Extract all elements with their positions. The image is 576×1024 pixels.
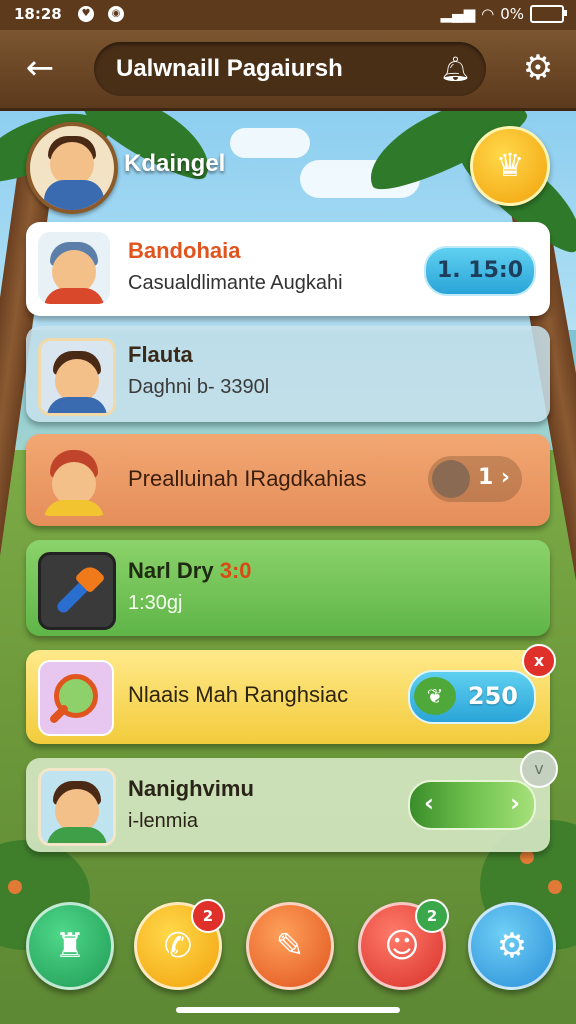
notification-badge: 2	[415, 899, 449, 933]
cloud	[230, 128, 310, 158]
toggle-label: 1 ›	[477, 465, 510, 490]
phone-icon[interactable]: ✆ 2	[134, 899, 225, 990]
avatar-shirt	[44, 180, 104, 210]
card-title: Flauta	[128, 342, 193, 367]
battery-percent: 0%	[500, 5, 524, 23]
card-subtitle: Casualdlimante Augkahi	[128, 272, 343, 294]
wifi-icon: ◠	[481, 5, 495, 23]
status-time: 18:28	[14, 5, 62, 23]
check-badge-icon[interactable]: v	[520, 750, 558, 788]
page-title: Ualwnaill Pagaiursh	[116, 55, 343, 82]
top-bar: ← Ualwnaill Pagaiursh 🔔︎ ⚙	[0, 30, 576, 111]
signal-icon: ▂▄▆	[440, 5, 476, 23]
flower	[548, 880, 562, 894]
title-pill: Ualwnaill Pagaiursh 🔔︎	[94, 42, 486, 96]
list-item[interactable]: Nanighvimu i-lenmia ‹ › v	[26, 750, 558, 852]
list-item[interactable]: Bandohaia Casualdlimante Augkahi 1. 15:0	[26, 222, 550, 316]
card-title-accent: 3:0	[219, 558, 252, 583]
chef-hat-icon[interactable]: ♜	[26, 902, 114, 990]
avatar-shirt	[44, 288, 104, 304]
list-item[interactable]: Flauta Daghni b- 3390l	[26, 326, 550, 422]
card-title: Prealluinah IRagdkahias	[128, 466, 367, 491]
bottom-dock: ♜ ✆ 2 ✎ ☺ 2 ⚙	[0, 898, 576, 998]
settings-gear-icon[interactable]: ⚙	[468, 902, 556, 990]
chevron-right-icon[interactable]: ›	[510, 789, 520, 817]
crown-icon[interactable]: ♛	[470, 126, 550, 206]
leaf-icon: ❦	[414, 677, 456, 715]
feather-icon[interactable]: ✎	[246, 902, 334, 990]
battery-icon	[530, 5, 567, 23]
status-bar: 18:28 ♥ ◉ ▂▄▆ ◠ 0%	[0, 0, 576, 30]
close-badge-icon[interactable]: x	[522, 644, 556, 678]
arrow-toggle[interactable]: ‹ ›	[408, 780, 536, 830]
card-subtitle: i-lenmia	[128, 810, 199, 832]
magnifier-icon	[38, 660, 114, 736]
value-pill-button[interactable]: 1. 15:0	[424, 246, 536, 296]
card-subtitle: Daghni b- 3390l	[128, 376, 270, 398]
card-avatar	[38, 444, 110, 516]
card-avatar	[38, 768, 116, 846]
back-arrow-icon[interactable]: ←	[18, 46, 62, 90]
card-subtitle: 1:30gj	[128, 592, 183, 614]
card-avatar	[38, 232, 110, 304]
list-item[interactable]: Narl Dry 3:0 1:30gj	[26, 540, 550, 636]
card-title-text: Narl Dry	[128, 558, 214, 583]
toggle-switch[interactable]: 1 ›	[428, 456, 522, 502]
card-avatar	[38, 338, 116, 416]
avatar[interactable]	[26, 122, 118, 214]
status-right: ▂▄▆ ◠ 0%	[440, 5, 567, 23]
card-title: Nlaais Mah Ranghsiac	[128, 682, 349, 707]
flower	[8, 880, 22, 894]
notification-badge: 2	[191, 899, 225, 933]
flower	[520, 850, 534, 864]
chevron-left-icon[interactable]: ‹	[424, 789, 434, 817]
avatar-shirt	[44, 500, 104, 516]
app-notification-icon: ♥	[78, 6, 94, 22]
paint-brush-icon	[38, 552, 116, 630]
card-title: Narl Dry 3:0	[128, 558, 252, 584]
avatar-shirt	[47, 827, 107, 843]
chat-monster-icon[interactable]: ☺ 2	[358, 899, 449, 990]
gear-icon[interactable]: ⚙	[518, 48, 558, 88]
card-title: Nanighvimu	[128, 776, 254, 801]
list-item[interactable]: Prealluinah IRagdkahias 1 ›	[26, 434, 550, 526]
avatar-shirt	[47, 397, 107, 413]
list-item[interactable]: Nlaais Mah Ranghsiac ❦ 250 x	[26, 644, 556, 744]
card-title: Bandohaia	[128, 238, 241, 263]
home-indicator[interactable]	[176, 1007, 400, 1013]
pill-value: 250	[467, 682, 518, 710]
notification-bell-icon[interactable]: 🔔︎	[440, 55, 470, 83]
player-name: Kdaingel	[124, 150, 226, 177]
app-notification-icon: ◉	[108, 6, 124, 22]
toggle-knob	[432, 460, 470, 498]
value-pill-button[interactable]: ❦ 250	[408, 670, 536, 724]
